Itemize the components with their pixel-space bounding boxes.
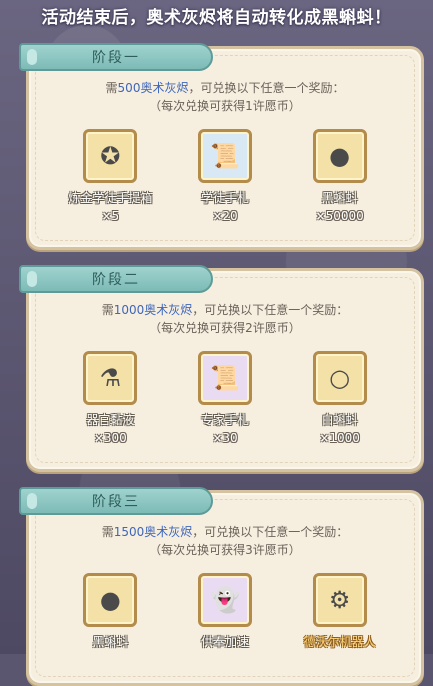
stage-bonus-note: （每次兑换可获得2许愿币） (149, 321, 301, 335)
slime-vial-icon: ⚗ (83, 351, 138, 405)
reward-name: 炼金学徒手提箱 (68, 191, 153, 205)
reward-list: ⚗ 器官黏液 ×300 📜 专家手札 ×30 ○ 白蝌蚪 ×1000 (29, 351, 421, 445)
stage-bonus-note: （每次兑换可获得3许愿币） (149, 543, 301, 557)
black-tadpole-icon: ● (83, 573, 138, 627)
reward-qty: ×5 (101, 209, 120, 223)
stage-title: 阶段二 (92, 272, 140, 288)
black-tadpole-icon: ● (312, 129, 367, 183)
reward-name: 供奉加速 (200, 635, 249, 649)
ash-cost: 500奥术灰烬 (117, 81, 189, 95)
reward-name: 德沃尔机器人 (303, 635, 376, 649)
reward-item[interactable]: ⚙ 德沃尔机器人 (285, 573, 395, 650)
stage-title: 阶段三 (92, 494, 140, 510)
ash-cost: 1000奥术灰烬 (113, 303, 193, 317)
reward-name: 器官黏液 (86, 413, 135, 427)
reward-name: 白蝌蚪 (321, 413, 358, 427)
reward-item[interactable]: ○ 白蝌蚪 ×1000 (285, 351, 395, 445)
stage-tab-2: 阶段二 (19, 265, 213, 293)
stage-panel-3: 阶段三 需1500奥术灰烬，可兑换以下任意一个奖励： （每次兑换可获得3许愿币）… (19, 487, 424, 686)
stage-tab-3: 阶段三 (19, 487, 213, 515)
ghost-speedup-icon: 👻 (197, 573, 252, 627)
stage-title: 阶段一 (92, 50, 140, 66)
reward-item[interactable]: ⚗ 器官黏液 ×300 (55, 351, 165, 445)
scroll-icon: 📜 (197, 129, 252, 183)
robot-icon: ⚙ (312, 573, 367, 627)
reward-item[interactable]: ✪ 炼金学徒手提箱 ×5 (55, 129, 165, 223)
expert-scroll-icon: 📜 (197, 351, 252, 405)
briefcase-icon: ✪ (83, 129, 138, 183)
stage-bonus-note: （每次兑换可获得1许愿币） (149, 99, 301, 113)
reward-item[interactable]: ● 黑蝌蚪 (55, 573, 165, 650)
reward-qty: ×20 (212, 209, 238, 223)
reward-qty: ×30 (212, 431, 238, 445)
stage-panel-2: 阶段二 需1000奥术灰烬，可兑换以下任意一个奖励： （每次兑换可获得2许愿币）… (19, 265, 424, 472)
event-banner: 活动结束后，奥术灰烬将自动转化成黑蝌蚪！ (41, 7, 392, 28)
ash-cost: 1500奥术灰烬 (113, 525, 193, 539)
stage-requirement: 需1000奥术灰烬，可兑换以下任意一个奖励： (101, 303, 349, 317)
reward-item[interactable]: 📜 专家手札 ×30 (170, 351, 280, 445)
stage-requirement: 需500奥术灰烬，可兑换以下任意一个奖励： (105, 81, 345, 95)
reward-item[interactable]: 👻 供奉加速 (170, 573, 280, 650)
reward-list: ● 黑蝌蚪 👻 供奉加速 ⚙ 德沃尔机器人 (29, 573, 421, 650)
reward-qty: ×50000 (315, 209, 364, 223)
stage-requirement: 需1500奥术灰烬，可兑换以下任意一个奖励： (101, 525, 349, 539)
reward-name: 黑蝌蚪 (92, 635, 129, 649)
reward-item[interactable]: 📜 学徒手札 ×20 (170, 129, 280, 223)
stage-panel-1: 阶段一 需500奥术灰烬，可兑换以下任意一个奖励： （每次兑换可获得1许愿币） … (19, 43, 424, 250)
reward-item[interactable]: ● 黑蝌蚪 ×50000 (285, 129, 395, 223)
reward-qty: ×1000 (319, 431, 360, 445)
white-tadpole-icon: ○ (312, 351, 367, 405)
reward-name: 学徒手札 (200, 191, 249, 205)
stage-tab-1: 阶段一 (19, 43, 213, 71)
reward-name: 黑蝌蚪 (321, 191, 358, 205)
reward-qty: ×300 (93, 431, 127, 445)
reward-name: 专家手札 (200, 413, 249, 427)
reward-list: ✪ 炼金学徒手提箱 ×5 📜 学徒手札 ×20 ● 黑蝌蚪 ×50000 (29, 129, 421, 223)
